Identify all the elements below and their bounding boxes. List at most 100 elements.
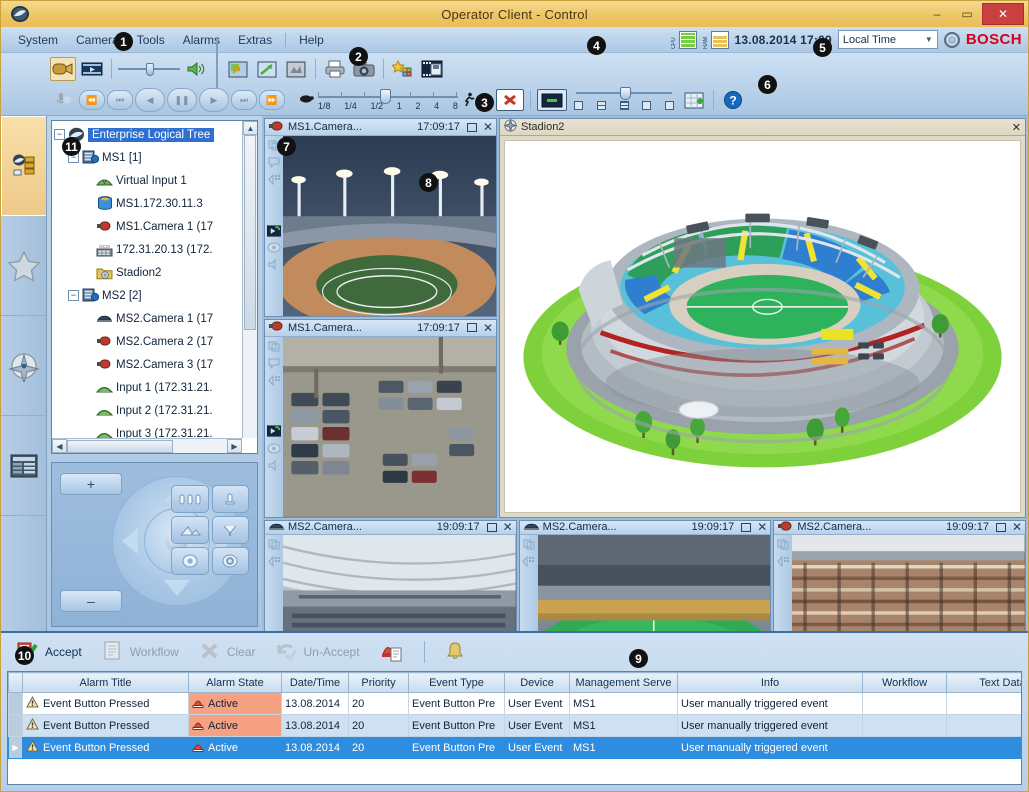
layout-3x3-icon[interactable] [619,101,629,110]
live-mode-button[interactable] [50,57,76,81]
layout-size-slider[interactable] [574,87,674,113]
ptz-iris-open-button[interactable] [171,485,209,513]
tree-node[interactable]: Input 2 (172.31.21. [54,399,242,422]
layout-4x4-icon[interactable] [642,101,652,110]
volume-slider[interactable] [118,61,180,77]
layout-1x1-icon[interactable] [574,101,583,110]
rewind-button[interactable]: ⏪ [79,90,105,110]
copy-icon[interactable] [776,538,790,551]
tree-node[interactable]: iSCSI 172.31.20.13 (172. [54,238,242,261]
col-event-type[interactable]: Event Type [408,672,505,693]
pane-3-restore-button[interactable] [486,522,497,532]
alarm-table-container[interactable]: Alarm Title Alarm State Date/Time Priori… [7,671,1022,785]
ptz-focus-far-button[interactable] [211,516,249,544]
tree-node[interactable]: MS2.Camera 2 (17 [54,330,242,353]
add-image-pane-icon[interactable] [681,88,707,112]
pane-1-close-button[interactable]: ✕ [483,121,493,133]
record-icon[interactable] [267,224,281,237]
pane-1-restore-button[interactable] [466,122,477,132]
tree-node[interactable]: − MS1 [1] [54,146,242,169]
layout-5x5-icon[interactable] [665,101,674,110]
col-priority[interactable]: Priority [348,672,409,693]
tree-root-node[interactable]: − Enterprise Logical Tree [54,123,242,146]
alarm-display-button[interactable] [372,638,412,667]
menu-tools[interactable]: Tools [128,31,174,49]
reference-image-icon[interactable] [522,555,536,568]
col-datetime[interactable]: Date/Time [281,672,349,693]
speed-slider[interactable]: 1/8 1/4 1/2 1 2 4 8 [318,89,458,111]
table-row[interactable]: ▶ Event Button Pressed Active 13.08.2014 20 E… [8,736,1021,759]
favorites-add-icon[interactable] [390,57,416,81]
tree-node[interactable]: Input 3 (172.31.21. [54,422,242,438]
video-pane-2[interactable]: MS1.Camera... 17:09:17 ✕ [264,318,497,518]
map-pane[interactable]: Stadion2 ✕ [499,118,1026,518]
pane-5-restore-button[interactable] [995,522,1006,532]
menu-help[interactable]: Help [290,31,333,49]
ptz-zoom-in-button[interactable]: + [60,473,122,495]
col-workflow[interactable]: Workflow [862,672,947,693]
reference-image-icon[interactable] [267,173,281,186]
mic-icon[interactable] [267,258,281,271]
col-management-server[interactable]: Management Serve [569,672,678,693]
scroll-up-arrow[interactable]: ▲ [243,121,257,135]
map-close-button[interactable]: ✕ [1012,121,1021,134]
mic-icon[interactable] [267,459,281,472]
col-info[interactable]: Info [677,672,863,693]
map-tab[interactable] [1,316,46,416]
video-pane-1[interactable]: MS1.Camera... 17:09:17 ✕ [264,118,497,317]
print-icon[interactable] [322,57,348,81]
audio-off-icon[interactable] [267,442,281,455]
pane-2-video[interactable] [283,336,496,517]
pane-4-close-button[interactable]: ✕ [757,521,767,533]
save-layout-icon[interactable] [254,57,280,81]
table-row[interactable]: Event Button Pressed Active 13.08.2014 20 Ev… [8,714,1021,737]
instant-playback-icon[interactable] [267,156,281,169]
pane-1-video[interactable] [283,136,496,316]
bell-button[interactable] [437,639,473,666]
reference-image-icon[interactable] [776,555,790,568]
workflow-button[interactable]: Workflow [94,639,187,666]
copy-icon[interactable] [267,340,281,353]
play-reverse-button[interactable]: ◀ [135,88,165,112]
col-device[interactable]: Device [504,672,570,693]
close-all-panes-icon[interactable] [496,89,524,111]
previous-frame-button[interactable]: ⏮ [107,90,133,110]
map-content[interactable] [504,140,1021,513]
favorites-tab[interactable] [1,216,46,316]
tree-horizontal-scrollbar[interactable]: ◀ ▶ [52,438,242,453]
timezone-select[interactable]: Local Time ▼ [837,30,938,49]
tree-node[interactable]: Input 1 (172.31.21. [54,376,242,399]
table-row[interactable]: Event Button Pressed Active 13.08.2014 20 Ev… [8,692,1021,715]
tree-node[interactable]: MS1.Camera 1 (17 [54,215,242,238]
play-button[interactable]: ▶ [199,88,229,112]
tree-node[interactable]: − MS2 [2] [54,284,242,307]
ptz-left-arrow[interactable] [122,528,138,554]
full-screen-icon[interactable] [537,89,567,111]
pane-4-restore-button[interactable] [741,522,752,532]
pause-button[interactable]: ❚❚ [167,88,197,112]
fast-forward-button[interactable]: ⏩ [259,90,285,110]
row-selector[interactable]: ▶ [8,736,23,759]
layout-2x2-icon[interactable] [596,101,606,110]
ptz-zoom-out-button[interactable]: – [60,590,122,612]
reference-image-icon[interactable] [267,374,281,387]
tree-vertical-scrollbar[interactable]: ▲ [242,121,257,438]
tree-node[interactable]: MS2.Camera 3 (17 [54,353,242,376]
tree-node[interactable]: V Virtual Input 1 [54,169,242,192]
expander-root[interactable]: − [54,129,65,140]
ptz-down-arrow[interactable] [164,580,190,596]
copy-icon[interactable] [267,538,281,551]
menu-extras[interactable]: Extras [229,31,281,49]
pane-2-restore-button[interactable] [466,323,477,333]
pane-5-close-button[interactable]: ✕ [1012,521,1022,533]
speaker-icon[interactable] [183,57,209,81]
ptz-iris-close-button[interactable] [211,485,249,513]
row-selector[interactable] [8,692,23,715]
ptz-zoom-tele-button[interactable] [211,547,249,575]
save-recording-icon[interactable] [419,57,445,81]
tree-node[interactable]: Stadion2 [54,261,242,284]
tree-node[interactable]: MS1.172.30.11.3 [54,192,242,215]
col-alarm-state[interactable]: Alarm State [188,672,282,693]
menu-system[interactable]: System [9,31,67,49]
logical-tree-tab[interactable] [1,116,46,216]
